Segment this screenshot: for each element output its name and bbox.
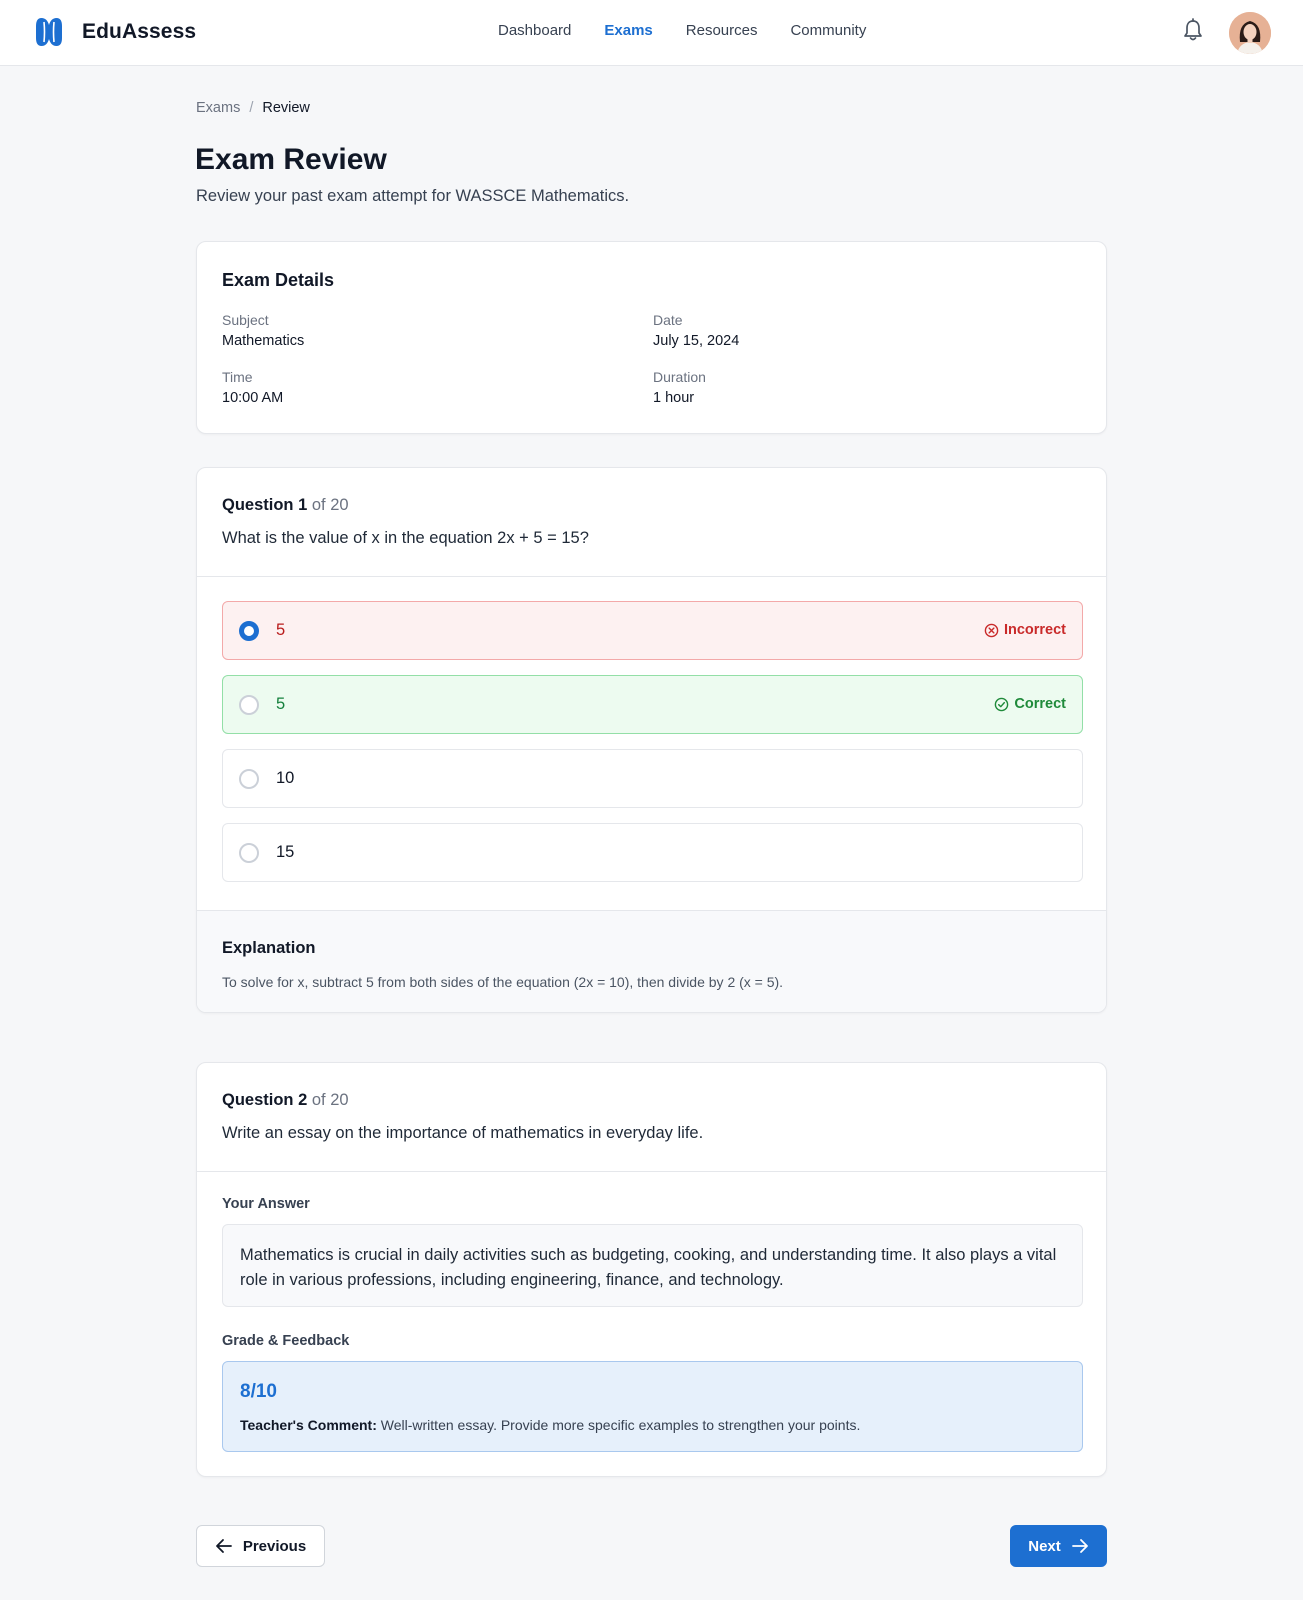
question-1-total: of 20 <box>311 496 349 514</box>
grade-feedback-panel: 8/10 Teacher's Comment: Well-written ess… <box>222 1361 1083 1452</box>
nav-resources[interactable]: Resources <box>686 22 758 39</box>
question-2-card: Question 2 of 20 Write an essay on the i… <box>196 1062 1107 1477</box>
main-nav: Dashboard Exams Resources Community <box>498 22 899 39</box>
duration-value: 1 hour <box>653 390 695 406</box>
duration-label: Duration <box>653 369 706 385</box>
question-1-heading: Question 1 of 20 <box>222 496 349 515</box>
answer-option-2[interactable]: 5 Correct <box>222 675 1083 734</box>
previous-label: Previous <box>242 1537 307 1555</box>
explanation-panel: Explanation To solve for x, subtract 5 f… <box>197 911 1106 1012</box>
question-1-card: Question 1 of 20 What is the value of x … <box>196 467 1107 1013</box>
next-button[interactable]: Next <box>1010 1525 1107 1567</box>
x-circle-icon <box>984 623 999 637</box>
page-subtitle: Review your past exam attempt for WASSCE… <box>196 187 630 205</box>
correct-badge: Correct <box>994 696 1066 712</box>
incorrect-label: Incorrect <box>1003 622 1066 638</box>
divider <box>197 576 1106 577</box>
radio-unselected[interactable] <box>239 843 259 863</box>
avatar[interactable] <box>1229 12 1271 54</box>
exam-details-card: Exam Details Subject Mathematics Date Ju… <box>196 241 1107 434</box>
detail-subject: Subject Mathematics <box>222 312 304 349</box>
teacher-comment: Teacher's Comment: Well-written essay. P… <box>240 1417 860 1433</box>
explanation-title: Explanation <box>222 939 316 957</box>
time-value: 10:00 AM <box>222 390 284 406</box>
breadcrumb-current: Review <box>262 100 310 116</box>
page-title: Exam Review <box>195 143 387 176</box>
correct-label: Correct <box>1014 696 1066 712</box>
answer-option-1[interactable]: 5 Incorrect <box>222 601 1083 660</box>
detail-duration: Duration 1 hour <box>653 369 706 406</box>
arrow-right-icon <box>1071 1539 1088 1553</box>
nav-community[interactable]: Community <box>790 22 866 39</box>
question-1-text: What is the value of x in the equation 2… <box>222 529 589 547</box>
radio-unselected[interactable] <box>239 695 259 715</box>
teacher-comment-label: Teacher's Comment: <box>240 1417 377 1433</box>
grade-feedback-label: Grade & Feedback <box>222 1333 350 1349</box>
explanation-text: To solve for x, subtract 5 from both sid… <box>222 974 784 990</box>
essay-answer: Mathematics is crucial in daily activiti… <box>222 1224 1083 1307</box>
incorrect-badge: Incorrect <box>984 622 1066 638</box>
detail-time: Time 10:00 AM <box>222 369 283 406</box>
option-3-text: 10 <box>276 769 295 787</box>
exam-details-title: Exam Details <box>222 270 335 290</box>
time-label: Time <box>222 369 253 385</box>
radio-selected[interactable] <box>239 621 259 641</box>
question-2-number: Question 2 <box>222 1091 308 1109</box>
user-avatar-image <box>1229 12 1271 54</box>
breadcrumb-exams[interactable]: Exams <box>196 100 240 116</box>
subject-value: Mathematics <box>222 333 305 349</box>
breadcrumb: Exams / Review <box>196 100 310 116</box>
brand[interactable]: EduAssess <box>34 16 196 48</box>
arrow-left-icon <box>215 1539 232 1553</box>
app-name: EduAssess <box>82 20 197 43</box>
grade-score: 8/10 <box>240 1381 277 1402</box>
top-navbar: EduAssess Dashboard Exams Resources Comm… <box>0 0 1303 66</box>
question-2-total: of 20 <box>311 1091 349 1109</box>
breadcrumb-separator: / <box>249 100 254 116</box>
divider <box>197 1171 1106 1172</box>
answer-option-3[interactable]: 10 <box>222 749 1083 808</box>
nav-dashboard[interactable]: Dashboard <box>498 22 571 39</box>
radio-unselected[interactable] <box>239 769 259 789</box>
bell-icon[interactable] <box>1182 18 1204 42</box>
teacher-comment-text: Well-written essay. Provide more specifi… <box>380 1417 861 1433</box>
question-2-text: Write an essay on the importance of math… <box>222 1124 704 1142</box>
previous-button[interactable]: Previous <box>196 1525 325 1567</box>
option-2-text: 5 <box>276 695 286 713</box>
next-label: Next <box>1028 1537 1061 1555</box>
question-2-heading: Question 2 of 20 <box>222 1091 349 1110</box>
nav-exams[interactable]: Exams <box>604 22 652 39</box>
option-1-text: 5 <box>276 621 286 639</box>
answer-option-4[interactable]: 15 <box>222 823 1083 882</box>
your-answer-label: Your Answer <box>222 1196 310 1212</box>
date-value: July 15, 2024 <box>653 333 740 349</box>
check-circle-icon <box>995 697 1009 711</box>
detail-date: Date July 15, 2024 <box>653 312 739 349</box>
option-4-text: 15 <box>276 843 295 861</box>
eduassess-logo-icon <box>36 18 62 46</box>
date-label: Date <box>653 312 683 328</box>
question-1-number: Question 1 <box>222 496 308 514</box>
subject-label: Subject <box>222 312 269 328</box>
